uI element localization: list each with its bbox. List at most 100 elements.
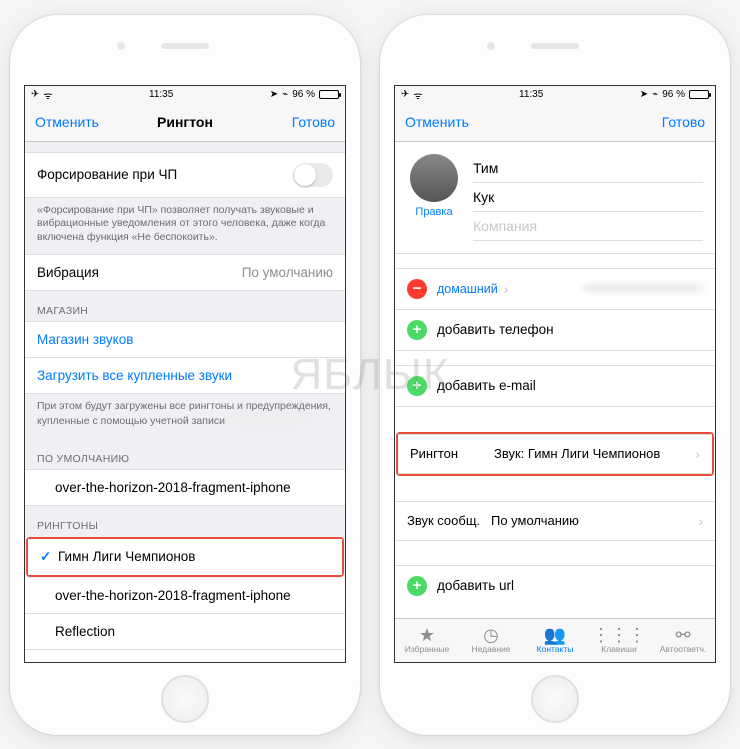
selected-highlight: ✓ Гимн Лиги Чемпионов <box>26 537 344 577</box>
plus-icon[interactable]: + <box>407 376 427 396</box>
add-url-label: добавить url <box>437 578 514 593</box>
avatar[interactable] <box>410 154 458 202</box>
voicemail-icon: ⚯ <box>651 626 715 644</box>
screen-ringtone: ✈︎ ᯤ 11:35 ➤ ⌁ 96 % Отменить Рингтон Готово… <box>24 85 346 663</box>
nav-bar: Отменить Рингтон Готово <box>25 104 345 142</box>
plus-icon[interactable]: + <box>407 320 427 340</box>
vibration-label: Вибрация <box>37 265 242 280</box>
phone-row[interactable]: − домашний › <box>395 268 715 310</box>
tab-favorites[interactable]: ★Избранные <box>395 626 459 654</box>
ringtones-header: РИНГТОНЫ <box>25 506 345 536</box>
battery-icon <box>319 90 339 99</box>
phone-left: ✈︎ ᯤ 11:35 ➤ ⌁ 96 % Отменить Рингтон Готово… <box>10 15 360 735</box>
emergency-bypass-note: «Форсирование при ЧП» позволяет получать… <box>25 198 345 255</box>
ringtone-label: over-the-horizon-2018-fragment-iphone <box>55 588 291 603</box>
phone-right: ✈︎ ᯤ 11:35 ➤ ⌁ 96 % Отменить Готово Правка … <box>380 15 730 735</box>
contact-header: Правка Тим Кук Компания <box>395 142 715 254</box>
ringtone-row-selected[interactable]: ✓ Гимн Лиги Чемпионов <box>28 539 342 575</box>
front-camera <box>487 42 495 50</box>
minus-icon[interactable]: − <box>407 279 427 299</box>
first-name-field[interactable]: Тим <box>473 154 703 183</box>
phone-type[interactable]: домашний <box>437 282 498 296</box>
text-tone-value: По умолчанию <box>491 513 698 528</box>
status-bar: ✈︎ ᯤ 11:35 ➤ ⌁ 96 % <box>25 86 345 104</box>
status-bar: ✈︎ ᯤ 11:35 ➤ ⌁ 96 % <box>395 86 715 104</box>
tone-store-link[interactable]: Магазин звуков <box>25 321 345 358</box>
emergency-bypass-row[interactable]: Форсирование при ЧП <box>25 152 345 198</box>
ringtone-row[interactable]: Рингтон Звук: Гимн Лиги Чемпионов › <box>398 434 712 474</box>
checkmark-icon: ✓ <box>40 549 58 565</box>
nav-title: Рингтон <box>105 114 265 130</box>
content[interactable]: Форсирование при ЧП «Форсирование при ЧП… <box>25 142 345 662</box>
bluetooth-icon: ⌁ <box>652 89 658 100</box>
edit-photo-button[interactable]: Правка <box>407 206 461 218</box>
vibration-row[interactable]: Вибрация По умолчанию <box>25 254 345 291</box>
add-email-row[interactable]: + добавить e-mail <box>395 365 715 407</box>
tab-contacts[interactable]: 👥Контакты <box>523 626 587 654</box>
home-button[interactable] <box>161 675 209 723</box>
done-button[interactable]: Готово <box>265 114 335 130</box>
emergency-bypass-label: Форсирование при ЧП <box>37 167 293 182</box>
text-tone-key: Звук сообщ. <box>407 513 491 528</box>
company-field[interactable]: Компания <box>473 212 703 241</box>
vibration-value: По умолчанию <box>242 265 333 280</box>
add-phone-label: добавить телефон <box>437 322 554 337</box>
bluetooth-icon: ⌁ <box>282 89 288 100</box>
default-header: ПО УМОЛЧАНИЮ <box>25 439 345 469</box>
add-phone-row[interactable]: + добавить телефон <box>395 310 715 351</box>
front-camera <box>117 42 125 50</box>
content[interactable]: Правка Тим Кук Компания − домашний › + д… <box>395 142 715 662</box>
add-url-row[interactable]: + добавить url <box>395 565 715 606</box>
text-tone-row[interactable]: Звук сообщ. По умолчанию › <box>395 501 715 541</box>
screen-contact-edit: ✈︎ ᯤ 11:35 ➤ ⌁ 96 % Отменить Готово Правка … <box>394 85 716 663</box>
default-ringtone-row[interactable]: over-the-horizon-2018-fragment-iphone <box>25 469 345 506</box>
wifi-icon: ᯤ <box>413 88 422 102</box>
ringtone-row[interactable]: Апекс <box>25 650 345 662</box>
airplane-icon: ✈︎ <box>401 89 409 100</box>
ringtone-row[interactable]: Reflection <box>25 614 345 650</box>
emergency-bypass-toggle[interactable] <box>293 163 333 187</box>
default-ringtone-value: over-the-horizon-2018-fragment-iphone <box>55 480 291 495</box>
cancel-button[interactable]: Отменить <box>405 114 475 130</box>
battery-icon <box>689 90 709 99</box>
location-icon: ➤ <box>270 89 278 100</box>
last-name-field[interactable]: Кук <box>473 183 703 212</box>
clock-icon: ◷ <box>459 626 523 644</box>
done-button[interactable]: Готово <box>635 114 705 130</box>
store-note: При этом будут загружены все рингтоны и … <box>25 394 345 438</box>
ringtone-label: Апекс <box>55 660 92 662</box>
store-header: МАГАЗИН <box>25 291 345 321</box>
cancel-button[interactable]: Отменить <box>35 114 105 130</box>
chevron-right-icon: › <box>695 446 700 462</box>
ringtone-key: Рингтон <box>410 446 494 461</box>
keypad-icon: ⋮⋮⋮ <box>587 626 651 644</box>
plus-icon[interactable]: + <box>407 576 427 596</box>
battery-pct: 96 % <box>292 89 315 100</box>
speaker <box>531 43 579 49</box>
blurred-account <box>228 414 308 424</box>
location-icon: ➤ <box>640 89 648 100</box>
airplane-icon: ✈︎ <box>31 89 39 100</box>
contacts-icon: 👥 <box>523 626 587 644</box>
tab-recents[interactable]: ◷Недавние <box>459 626 523 654</box>
status-time: 11:35 <box>149 89 173 100</box>
tab-voicemail[interactable]: ⚯Автоответч. <box>651 626 715 654</box>
home-button[interactable] <box>531 675 579 723</box>
chevron-right-icon: › <box>698 513 703 529</box>
ringtone-label: Гимн Лиги Чемпионов <box>58 549 195 564</box>
blurred-phone <box>583 283 703 293</box>
battery-pct: 96 % <box>662 89 685 100</box>
nav-bar: Отменить Готово <box>395 104 715 142</box>
ringtone-value: Звук: Гимн Лиги Чемпионов <box>494 446 695 461</box>
speaker <box>161 43 209 49</box>
wifi-icon: ᯤ <box>43 88 52 102</box>
status-time: 11:35 <box>519 89 543 100</box>
ringtone-highlight: Рингтон Звук: Гимн Лиги Чемпионов › <box>396 432 714 476</box>
ringtone-row[interactable]: over-the-horizon-2018-fragment-iphone <box>25 578 345 614</box>
tab-bar: ★Избранные ◷Недавние 👥Контакты ⋮⋮⋮Клавиш… <box>395 618 715 662</box>
download-purchased-link[interactable]: Загрузить все купленные звуки <box>25 358 345 394</box>
star-icon: ★ <box>395 626 459 644</box>
ringtone-label: Reflection <box>55 624 115 639</box>
add-email-label: добавить e-mail <box>437 378 536 393</box>
tab-keypad[interactable]: ⋮⋮⋮Клавиши <box>587 626 651 654</box>
